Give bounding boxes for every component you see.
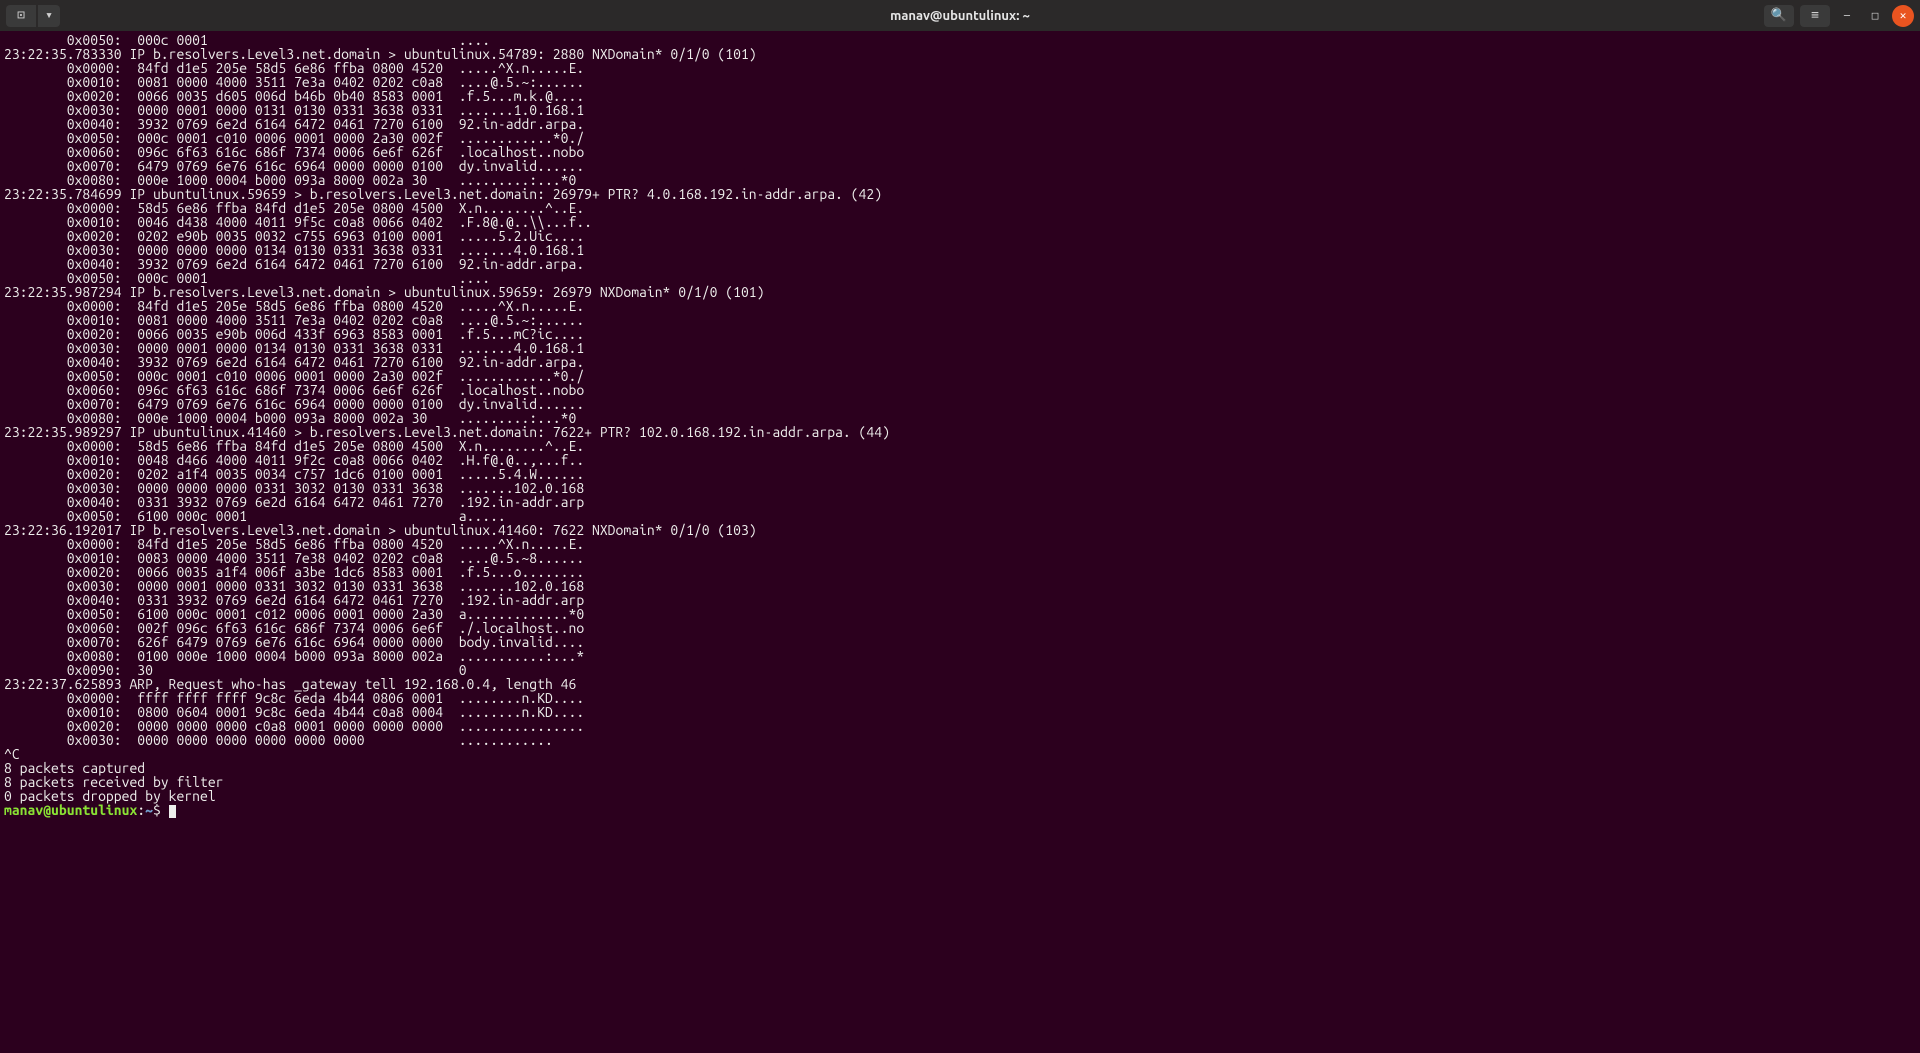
minimize-button[interactable]: — xyxy=(1836,5,1858,27)
terminal-line: 0x0000: 84fd d1e5 205e 58d5 6e86 ffba 08… xyxy=(4,61,1916,75)
new-tab-dropdown[interactable]: ▾ xyxy=(38,5,60,27)
terminal-line: 0x0020: 0066 0035 e90b 006d 433f 6963 85… xyxy=(4,327,1916,341)
terminal-line: 0x0030: 0000 0000 0000 0134 0130 0331 36… xyxy=(4,243,1916,257)
terminal-line: 0x0020: 0066 0035 d605 006d b46b 0b40 85… xyxy=(4,89,1916,103)
hamburger-icon: ≡ xyxy=(1811,8,1819,23)
new-tab-button[interactable]: ⊡ xyxy=(6,5,36,27)
window-title: manav@ubuntulinux: ~ xyxy=(0,9,1920,23)
search-icon: 🔍 xyxy=(1771,8,1787,23)
terminal-line: 0x0010: 0083 0000 4000 3511 7e38 0402 02… xyxy=(4,551,1916,565)
terminal-line: 0x0010: 0048 d466 4000 4011 9f2c c0a8 00… xyxy=(4,453,1916,467)
window-titlebar: ⊡ ▾ manav@ubuntulinux: ~ 🔍 ≡ — □ ✕ xyxy=(0,0,1920,31)
terminal-line: 0x0060: 096c 6f63 616c 686f 7374 0006 6e… xyxy=(4,145,1916,159)
terminal-line: 0x0010: 0800 0604 0001 9c8c 6eda 4b44 c0… xyxy=(4,705,1916,719)
menu-button[interactable]: ≡ xyxy=(1800,5,1830,27)
terminal-line: 23:22:37.625893 ARP, Request who-has _ga… xyxy=(4,677,1916,691)
terminal-line: 0x0050: 000c 0001 c010 0006 0001 0000 2a… xyxy=(4,369,1916,383)
maximize-icon: □ xyxy=(1872,9,1879,22)
terminal-line: 0x0000: 84fd d1e5 205e 58d5 6e86 ffba 08… xyxy=(4,537,1916,551)
prompt-user: manav xyxy=(4,802,43,818)
close-icon: ✕ xyxy=(1900,9,1907,22)
terminal-line: 0x0000: 58d5 6e86 ffba 84fd d1e5 205e 08… xyxy=(4,201,1916,215)
terminal-line: 0x0080: 000e 1000 0004 b000 093a 8000 00… xyxy=(4,411,1916,425)
terminal-line: 0x0060: 096c 6f63 616c 686f 7374 0006 6e… xyxy=(4,383,1916,397)
terminal-line: 0x0010: 0046 d438 4000 4011 9f5c c0a8 00… xyxy=(4,215,1916,229)
terminal-line: 23:22:35.987294 IP b.resolvers.Level3.ne… xyxy=(4,285,1916,299)
terminal-line: 23:22:35.784699 IP ubuntulinux.59659 > b… xyxy=(4,187,1916,201)
terminal-line: 0x0060: 002f 096c 6f63 616c 686f 7374 00… xyxy=(4,621,1916,635)
terminal-line: 0x0000: ffff ffff ffff 9c8c 6eda 4b44 08… xyxy=(4,691,1916,705)
terminal-line: 0x0040: 3932 0769 6e2d 6164 6472 0461 72… xyxy=(4,257,1916,271)
terminal-line: 0x0080: 0100 000e 1000 0004 b000 093a 80… xyxy=(4,649,1916,663)
terminal-line: 0x0020: 0000 0000 0000 c0a8 0001 0000 00… xyxy=(4,719,1916,733)
terminal-line: 0x0050: 000c 0001 .... xyxy=(4,33,1916,47)
terminal-line: 0x0000: 58d5 6e86 ffba 84fd d1e5 205e 08… xyxy=(4,439,1916,453)
terminal-line: 0x0010: 0081 0000 4000 3511 7e3a 0402 02… xyxy=(4,313,1916,327)
prompt-sigil: $ xyxy=(153,802,169,818)
terminal-line: 23:22:35.783330 IP b.resolvers.Level3.ne… xyxy=(4,47,1916,61)
prompt-host: ubuntulinux xyxy=(51,802,137,818)
terminal-line: 0x0040: 3932 0769 6e2d 6164 6472 0461 72… xyxy=(4,355,1916,369)
terminal-line: 0x0030: 0000 0001 0000 0331 3032 0130 03… xyxy=(4,579,1916,593)
terminal-line: 0x0000: 84fd d1e5 205e 58d5 6e86 ffba 08… xyxy=(4,299,1916,313)
terminal-line: 0x0030: 0000 0001 0000 0131 0130 0331 36… xyxy=(4,103,1916,117)
terminal-line: 0x0040: 3932 0769 6e2d 6164 6472 0461 72… xyxy=(4,117,1916,131)
terminal-line: 0x0040: 0331 3932 0769 6e2d 6164 6472 04… xyxy=(4,495,1916,509)
terminal-line: 0x0020: 0202 e90b 0035 0032 c755 6963 01… xyxy=(4,229,1916,243)
terminal-line: 0x0070: 626f 6479 0769 6e76 616c 6964 00… xyxy=(4,635,1916,649)
terminal-line: 0x0030: 0000 0000 0000 0000 0000 0000 ..… xyxy=(4,733,1916,747)
new-tab-icon: ⊡ xyxy=(17,8,25,23)
prompt-path: ~ xyxy=(145,802,153,818)
terminal-line: 0x0050: 000c 0001 .... xyxy=(4,271,1916,285)
terminal-line: 0x0030: 0000 0000 0000 0331 3032 0130 03… xyxy=(4,481,1916,495)
terminal-output[interactable]: 0x0050: 000c 0001 ....23:22:35.783330 IP… xyxy=(0,31,1920,822)
prompt-at: @ xyxy=(43,802,51,818)
terminal-line: 0x0030: 0000 0001 0000 0134 0130 0331 36… xyxy=(4,341,1916,355)
terminal-line: 0x0050: 000c 0001 c010 0006 0001 0000 2a… xyxy=(4,131,1916,145)
maximize-button[interactable]: □ xyxy=(1864,5,1886,27)
terminal-line: 0x0020: 0202 a1f4 0035 0034 c757 1dc6 01… xyxy=(4,467,1916,481)
chevron-down-icon: ▾ xyxy=(45,8,53,23)
terminal-line: 0x0010: 0081 0000 4000 3511 7e3a 0402 02… xyxy=(4,75,1916,89)
terminal-line: 0x0070: 6479 0769 6e76 616c 6964 0000 00… xyxy=(4,159,1916,173)
terminal-line: 8 packets received by filter xyxy=(4,775,1916,789)
search-button[interactable]: 🔍 xyxy=(1764,5,1794,27)
terminal-line: 0x0070: 6479 0769 6e76 616c 6964 0000 00… xyxy=(4,397,1916,411)
cursor xyxy=(169,805,176,818)
terminal-line: 0x0020: 0066 0035 a1f4 006f a3be 1dc6 85… xyxy=(4,565,1916,579)
terminal-line: 0 packets dropped by kernel xyxy=(4,789,1916,803)
minimize-icon: — xyxy=(1844,10,1850,22)
titlebar-left-buttons: ⊡ ▾ xyxy=(6,5,60,27)
terminal-line: 0x0050: 6100 000c 0001 c012 0006 0001 00… xyxy=(4,607,1916,621)
terminal-line: 23:22:36.192017 IP b.resolvers.Level3.ne… xyxy=(4,523,1916,537)
terminal-line: 8 packets captured xyxy=(4,761,1916,775)
terminal-line: 23:22:35.989297 IP ubuntulinux.41460 > b… xyxy=(4,425,1916,439)
prompt-colon: : xyxy=(137,802,145,818)
terminal-line: 0x0050: 6100 000c 0001 a..... xyxy=(4,509,1916,523)
prompt-line[interactable]: manav@ubuntulinux:~$ xyxy=(4,803,1916,818)
titlebar-right-buttons: 🔍 ≡ — □ ✕ xyxy=(1764,5,1914,27)
terminal-line: 0x0080: 000e 1000 0004 b000 093a 8000 00… xyxy=(4,173,1916,187)
terminal-line: 0x0040: 0331 3932 0769 6e2d 6164 6472 04… xyxy=(4,593,1916,607)
close-button[interactable]: ✕ xyxy=(1892,5,1914,27)
terminal-line: 0x0090: 30 0 xyxy=(4,663,1916,677)
terminal-line: ^C xyxy=(4,747,1916,761)
